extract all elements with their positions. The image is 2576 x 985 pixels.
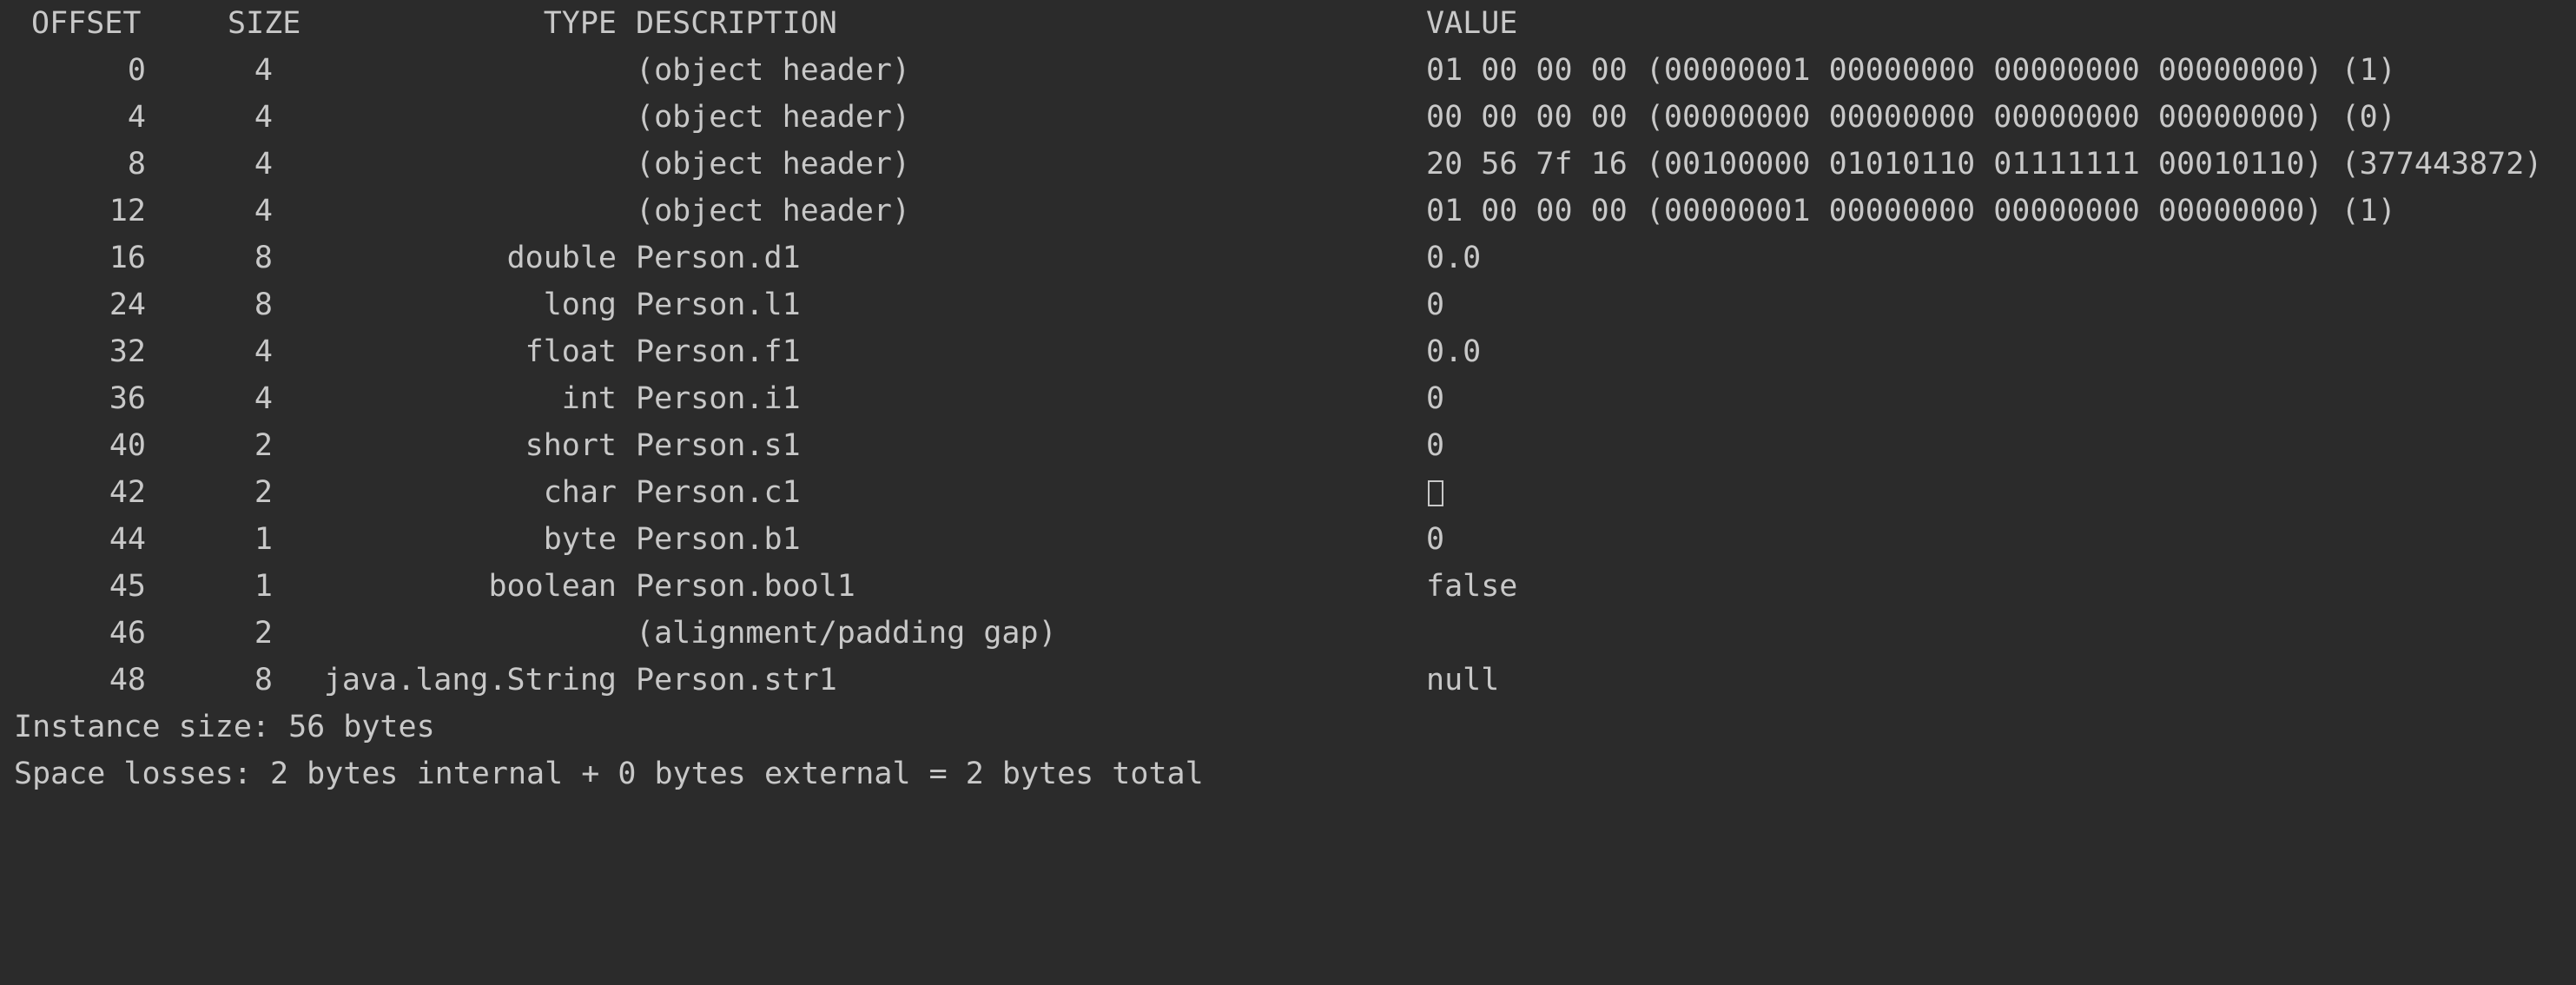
- table-row: 8 4 (object header) 20 56 7f 16 (0010000…: [14, 141, 2567, 188]
- row-type: byte: [543, 522, 617, 557]
- header-offset: OFFSET: [31, 6, 142, 41]
- summary-block: Instance size: 56 bytes Space losses: 2 …: [14, 704, 2567, 797]
- table-row: 44 1 byte Person.b1 0: [14, 516, 2567, 563]
- table-row: 46 2 (alignment/padding gap): [14, 610, 2567, 657]
- row-description: Person.str1: [636, 663, 837, 697]
- row-description: (object header): [636, 194, 911, 228]
- row-offset: 24: [109, 288, 146, 322]
- row-value: null: [1426, 663, 1500, 697]
- row-description: (object header): [636, 100, 911, 135]
- row-offset: 44: [109, 522, 146, 557]
- row-description: Person.f1: [636, 334, 801, 369]
- header-value: VALUE: [1426, 6, 1518, 41]
- table-row: 32 4 float Person.f1 0.0: [14, 328, 2567, 375]
- row-description: Person.b1: [636, 522, 801, 557]
- row-size: 2: [254, 616, 273, 651]
- row-value: 0: [1426, 522, 1445, 557]
- instance-size-line: Instance size: 56 bytes: [14, 710, 435, 744]
- header-type: TYPE: [543, 6, 617, 41]
- row-offset: 42: [109, 475, 146, 510]
- row-value: 01 00 00 00 (00000001 00000000 00000000 …: [1426, 53, 2396, 88]
- row-description: (object header): [636, 147, 911, 182]
- row-offset: 45: [109, 569, 146, 604]
- row-description: Person.bool1: [636, 569, 855, 604]
- table-row: 12 4 (object header) 01 00 00 00 (000000…: [14, 188, 2567, 235]
- missing-glyph-icon: [1428, 480, 1443, 506]
- row-value: false: [1426, 569, 1518, 604]
- row-value: 0: [1426, 288, 1445, 322]
- row-size: 1: [254, 569, 273, 604]
- row-offset: 8: [127, 147, 146, 182]
- row-value: 0: [1426, 381, 1445, 416]
- row-value-char-glyph: [1426, 469, 2573, 516]
- row-description: Person.d1: [636, 241, 801, 275]
- row-offset: 36: [109, 381, 146, 416]
- row-size: 8: [254, 663, 273, 697]
- row-size: 4: [254, 53, 273, 88]
- row-offset: 32: [109, 334, 146, 369]
- table-row: 0 4 (object header) 01 00 00 00 (0000000…: [14, 47, 2567, 94]
- row-type: long: [543, 288, 617, 322]
- row-value: 0: [1426, 428, 1445, 463]
- table-header: OFFSET SIZE TYPE DESCRIPTION VALUE: [14, 0, 2567, 47]
- row-description: (object header): [636, 53, 911, 88]
- row-description: Person.c1: [636, 475, 801, 510]
- table-row: 24 8 long Person.l1 0: [14, 281, 2567, 328]
- table-row: 42 2 char Person.c1: [14, 469, 2567, 516]
- row-type: boolean: [488, 569, 617, 604]
- row-offset: 48: [109, 663, 146, 697]
- header-description: DESCRIPTION: [636, 6, 837, 41]
- row-offset: 16: [109, 241, 146, 275]
- row-size: 8: [254, 288, 273, 322]
- row-offset: 0: [127, 53, 146, 88]
- row-type: float: [525, 334, 617, 369]
- row-size: 4: [254, 334, 273, 369]
- row-size: 4: [254, 147, 273, 182]
- row-description: Person.l1: [636, 288, 801, 322]
- row-size: 1: [254, 522, 273, 557]
- row-size: 4: [254, 381, 273, 416]
- row-type: int: [561, 381, 617, 416]
- table-row: 16 8 double Person.d1 0.0: [14, 235, 2567, 281]
- table-row: 36 4 int Person.i1 0: [14, 375, 2567, 422]
- table-row: 48 8 java.lang.String Person.str1 null: [14, 657, 2567, 704]
- console-output: OFFSET SIZE TYPE DESCRIPTION VALUE 0 4 (…: [14, 0, 2567, 704]
- row-offset: 46: [109, 616, 146, 651]
- row-type: double: [506, 241, 617, 275]
- row-type: short: [525, 428, 617, 463]
- table-row: 40 2 short Person.s1 0: [14, 422, 2567, 469]
- row-description: Person.s1: [636, 428, 801, 463]
- row-value: 20 56 7f 16 (00100000 01010110 01111111 …: [1426, 147, 2543, 182]
- row-size: 2: [254, 428, 273, 463]
- row-type: char: [543, 475, 617, 510]
- row-offset: 4: [127, 100, 146, 135]
- row-size: 8: [254, 241, 273, 275]
- row-offset: 40: [109, 428, 146, 463]
- row-description: Person.i1: [636, 381, 801, 416]
- row-description: (alignment/padding gap): [636, 616, 1057, 651]
- table-row: 45 1 boolean Person.bool1 false: [14, 563, 2567, 610]
- row-value: 01 00 00 00 (00000001 00000000 00000000 …: [1426, 194, 2396, 228]
- row-type: java.lang.String: [323, 663, 617, 697]
- row-value: 0.0: [1426, 241, 1482, 275]
- row-size: 4: [254, 100, 273, 135]
- row-value: 0.0: [1426, 334, 1482, 369]
- row-value: 00 00 00 00 (00000000 00000000 00000000 …: [1426, 100, 2396, 135]
- row-offset: 12: [109, 194, 146, 228]
- row-size: 2: [254, 475, 273, 510]
- row-size: 4: [254, 194, 273, 228]
- space-losses-line: Space losses: 2 bytes internal + 0 bytes…: [14, 757, 1204, 791]
- table-row: 4 4 (object header) 00 00 00 00 (0000000…: [14, 94, 2567, 141]
